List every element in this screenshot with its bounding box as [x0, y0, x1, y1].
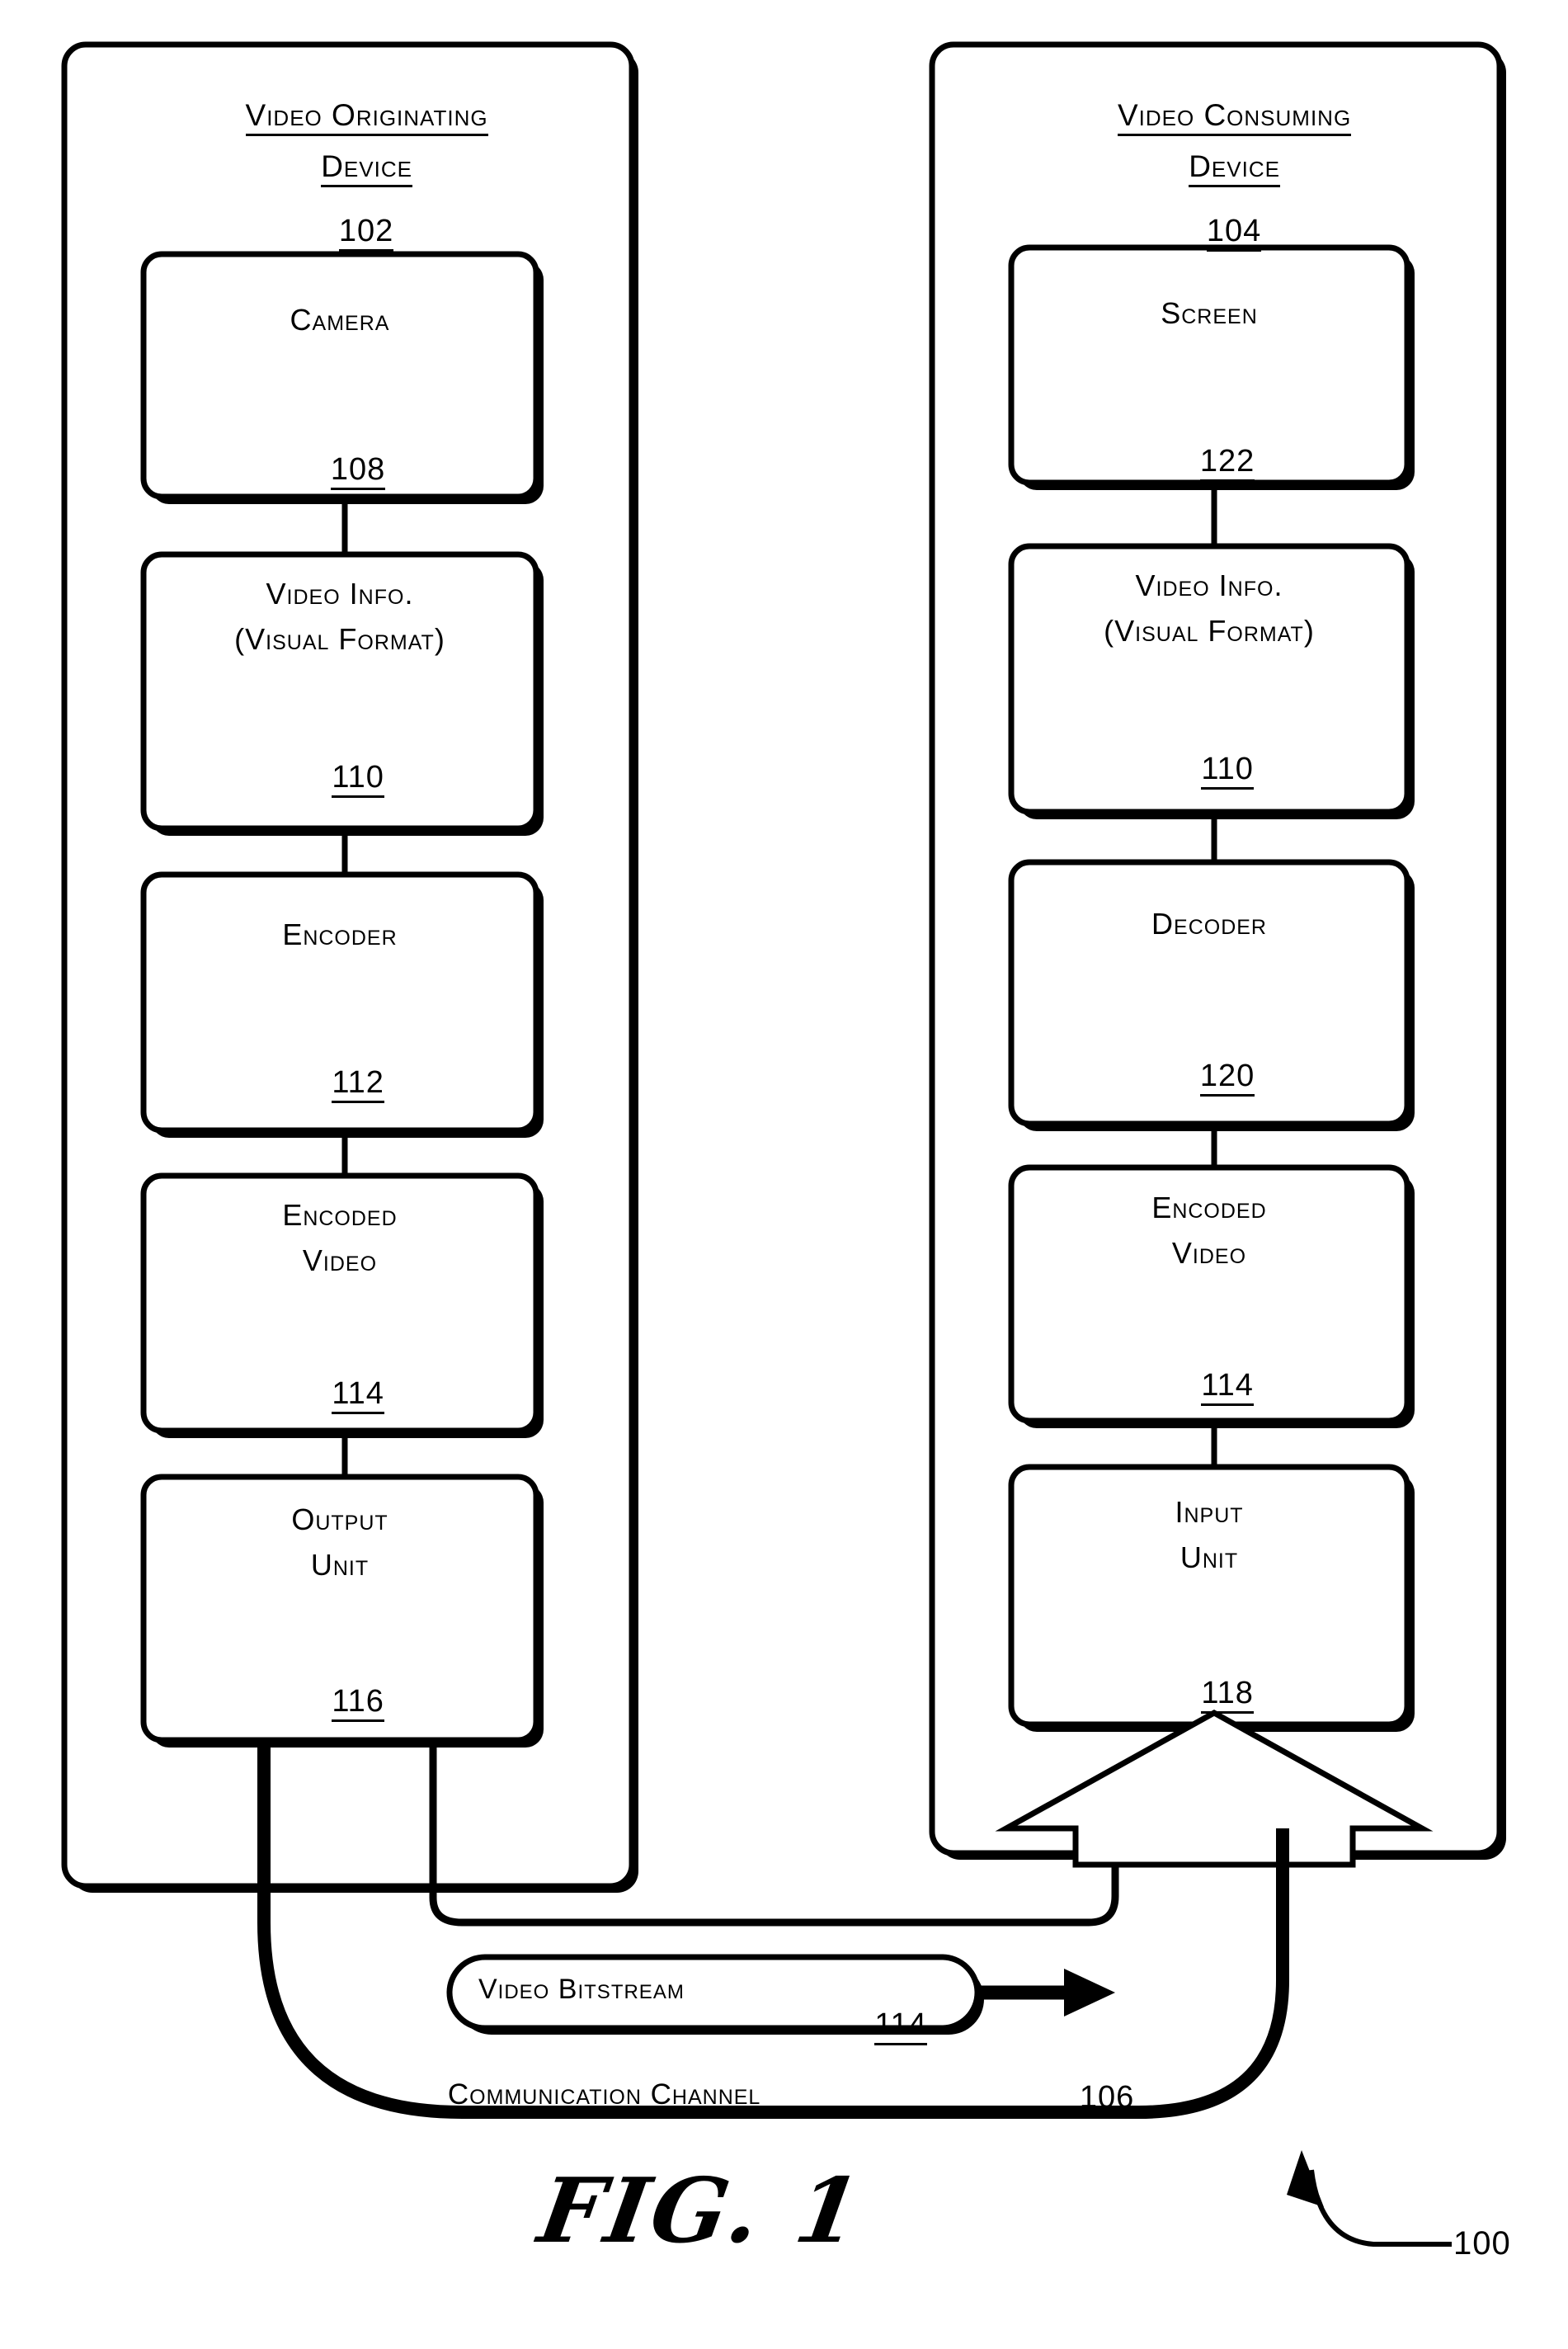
- box-input-unit-ref-wrap: 118: [1011, 1640, 1407, 1749]
- system-ref-leader: [1309, 2169, 1452, 2247]
- box-output-unit-ref-wrap: 116: [144, 1649, 536, 1757]
- box-screen-ref: 122: [1199, 444, 1255, 483]
- box-input-unit-ref: 118: [1201, 1676, 1254, 1715]
- panel-ref-consuming: 104: [1206, 214, 1262, 252]
- box-decoder-ref-wrap: 120: [1011, 1023, 1407, 1132]
- box-encoded-video-dst-label2: Video: [1171, 1236, 1247, 1270]
- bitstream-direction-arrowhead: [1064, 1969, 1115, 2016]
- system-ref-arrowhead: [1287, 2150, 1324, 2207]
- box-decoder-ref: 120: [1199, 1059, 1255, 1097]
- panel-ref-originating-wrap: 102: [86, 178, 610, 287]
- pill-video-bitstream-label: Video Bitstream: [478, 1974, 685, 2005]
- communication-channel-ref: 106: [1079, 2080, 1135, 2119]
- box-output-unit-label2: Unit: [310, 1548, 370, 1582]
- pill-video-bitstream-ref: 114: [874, 2007, 927, 2046]
- system-ref-label: 100: [1453, 2225, 1511, 2262]
- panel-ref-consuming-wrap: 104: [954, 178, 1478, 287]
- box-video-info-src-ref-wrap: 110: [144, 724, 536, 833]
- box-encoded-video-dst-ref: 114: [1201, 1368, 1254, 1407]
- box-video-info-src-ref: 110: [332, 760, 384, 799]
- box-encoder-ref: 112: [332, 1065, 384, 1104]
- box-encoder-ref-wrap: 112: [144, 1030, 536, 1139]
- box-video-info-dst-ref-wrap: 110: [1011, 716, 1407, 825]
- box-output-unit-label1: Output: [291, 1502, 388, 1536]
- box-screen-label: Screen: [1161, 296, 1258, 330]
- communication-channel-label-wrap: Communication Channel: [412, 2046, 924, 2147]
- box-video-info-dst-label1: Video Info.: [1135, 568, 1283, 602]
- box-encoded-video-src-ref: 114: [332, 1376, 384, 1415]
- box-decoder-label: Decoder: [1151, 907, 1267, 941]
- patent-figure: Video Originating Device 102 Video Consu…: [0, 0, 1568, 2349]
- box-video-info-src-label1: Video Info.: [266, 577, 414, 611]
- box-encoded-video-src-label1: Encoded: [282, 1198, 398, 1232]
- box-encoder-label: Encoder: [282, 917, 398, 951]
- box-encoded-video-src-ref-wrap: 114: [144, 1341, 536, 1450]
- box-camera-label: Camera: [290, 303, 390, 337]
- figure-caption: FIG. 1: [532, 2159, 871, 2263]
- communication-channel-ref-wrap: 106: [1023, 2045, 1155, 2153]
- box-output-unit-ref: 116: [332, 1684, 384, 1723]
- box-encoded-video-dst-ref-wrap: 114: [1011, 1333, 1407, 1441]
- box-input-unit-label1: Input: [1175, 1495, 1244, 1529]
- panel-ref-originating: 102: [338, 214, 394, 252]
- box-video-info-src-label2: (Visual Format): [234, 622, 445, 656]
- communication-channel-label: Communication Channel: [447, 2078, 761, 2115]
- box-camera-ref: 108: [330, 452, 386, 491]
- box-encoded-video-src-label2: Video: [302, 1243, 378, 1277]
- box-camera-ref-wrap: 108: [144, 417, 536, 526]
- box-encoded-video-dst-label1: Encoded: [1151, 1191, 1267, 1224]
- box-input-unit-label2: Unit: [1180, 1540, 1239, 1574]
- box-screen-ref-wrap: 122: [1011, 408, 1407, 517]
- box-video-info-dst-label2: (Visual Format): [1104, 614, 1315, 648]
- box-video-info-dst-ref: 110: [1201, 752, 1254, 790]
